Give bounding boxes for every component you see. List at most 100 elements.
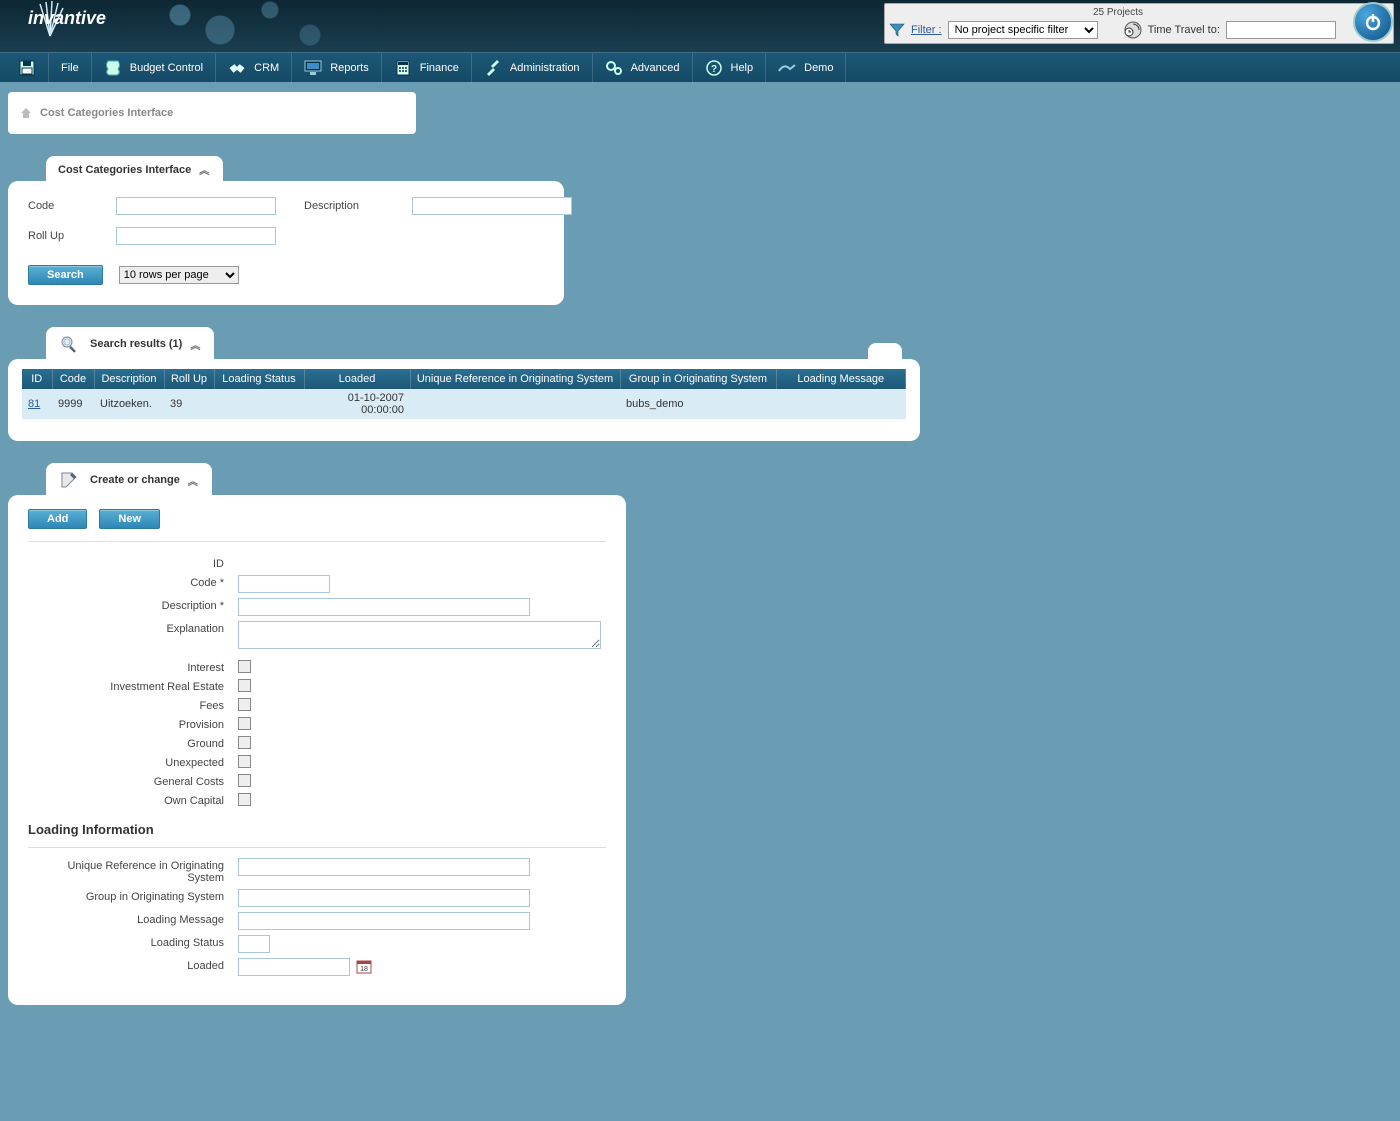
- description-input[interactable]: [412, 197, 572, 215]
- row-loaded: 01-10-2007 00:00:00: [304, 389, 410, 419]
- header-controls: 25 Projects Filter : No project specific…: [884, 3, 1394, 44]
- search-button[interactable]: Search: [28, 265, 103, 285]
- handshake-icon: [228, 59, 246, 77]
- rollup-label: Roll Up: [28, 230, 98, 242]
- loaded-label: Loaded: [28, 958, 238, 972]
- calculator-icon: [394, 59, 412, 77]
- form-loading-message-input[interactable]: [238, 912, 530, 930]
- globe-clock-icon: [1124, 21, 1142, 39]
- menu-advanced[interactable]: Advanced: [593, 53, 693, 83]
- form-code-input[interactable]: [238, 575, 330, 593]
- general-costs-checkbox[interactable]: [238, 774, 251, 787]
- own-capital-checkbox[interactable]: [238, 793, 251, 806]
- projects-count: 25 Projects: [889, 6, 1347, 21]
- col-rollup[interactable]: Roll Up: [164, 369, 214, 389]
- menu-disk[interactable]: [6, 53, 49, 83]
- description-label: Description: [304, 200, 394, 212]
- col-unique-ref[interactable]: Unique Reference in Originating System: [410, 369, 620, 389]
- ground-checkbox[interactable]: [238, 736, 251, 749]
- breadcrumb-title: Cost Categories Interface: [40, 107, 173, 119]
- col-loading-message[interactable]: Loading Message: [776, 369, 906, 389]
- unexpected-label: Unexpected: [28, 755, 238, 769]
- own-capital-label: Own Capital: [28, 793, 238, 807]
- menu-budget-control[interactable]: Budget Control: [92, 53, 216, 83]
- investment-checkbox[interactable]: [238, 679, 251, 692]
- magnifier-icon: [58, 333, 80, 355]
- interest-checkbox[interactable]: [238, 660, 251, 673]
- general-costs-label: General Costs: [28, 774, 238, 788]
- filter-link[interactable]: Filter :: [911, 24, 942, 36]
- explanation-label: Explanation: [28, 621, 238, 635]
- brand-logo-text: invantive: [28, 8, 106, 29]
- power-button[interactable]: [1353, 2, 1397, 46]
- demo-icon: [778, 59, 796, 77]
- calendar-icon[interactable]: 18: [356, 958, 372, 974]
- home-icon: [20, 107, 32, 119]
- col-loaded[interactable]: Loaded: [304, 369, 410, 389]
- menu-finance[interactable]: Finance: [382, 53, 472, 83]
- menu-help[interactable]: ? Help: [693, 53, 767, 83]
- results-section-tab[interactable]: Search results (1) ︽: [46, 327, 214, 361]
- col-description[interactable]: Description: [94, 369, 164, 389]
- group-label: Group in Originating System: [28, 889, 238, 903]
- search-section-tab[interactable]: Cost Categories Interface ︽: [46, 156, 223, 183]
- menu-reports[interactable]: Reports: [292, 53, 382, 83]
- project-filter-select[interactable]: No project specific filter: [948, 21, 1098, 39]
- form-panel: Add New ID Code * Description * Explanat…: [8, 495, 626, 1005]
- description-label: Description *: [28, 598, 238, 612]
- col-group[interactable]: Group in Originating System: [620, 369, 776, 389]
- row-unique-ref: [410, 389, 620, 419]
- header-decoration: [160, 0, 360, 52]
- loading-info-heading: Loading Information: [28, 821, 606, 837]
- form-description-input[interactable]: [238, 598, 530, 616]
- gears-icon: [605, 59, 623, 77]
- row-loading-status: [214, 389, 304, 419]
- ground-label: Ground: [28, 736, 238, 750]
- col-id[interactable]: ID: [22, 369, 52, 389]
- fees-checkbox[interactable]: [238, 698, 251, 711]
- row-code: 9999: [52, 389, 94, 419]
- form-loading-status-input[interactable]: [238, 935, 270, 953]
- time-travel-input[interactable]: [1226, 21, 1336, 39]
- investment-label: Investment Real Estate: [28, 679, 238, 693]
- breadcrumb: Cost Categories Interface: [8, 92, 416, 134]
- collapse-icon: ︽: [190, 337, 200, 352]
- main-menubar: File Budget Control CRM Reports Finance …: [0, 52, 1400, 82]
- form-explanation-input[interactable]: [238, 621, 601, 649]
- tools-icon: [484, 59, 502, 77]
- collapse-icon: ︽: [188, 473, 198, 488]
- row-loading-message: [776, 389, 906, 419]
- menu-file[interactable]: File: [49, 53, 92, 83]
- form-group-input[interactable]: [238, 889, 530, 907]
- menu-demo[interactable]: Demo: [766, 53, 846, 83]
- rollup-input[interactable]: [116, 227, 276, 245]
- col-loading-status[interactable]: Loading Status: [214, 369, 304, 389]
- menu-crm[interactable]: CRM: [216, 53, 292, 83]
- search-panel: Code Description Roll Up Search 10 rows …: [8, 181, 564, 305]
- row-id-link[interactable]: 81: [28, 398, 40, 410]
- save-icon: [18, 59, 36, 77]
- form-unique-ref-input[interactable]: [238, 858, 530, 876]
- results-table: ID Code Description Roll Up Loading Stat…: [22, 369, 906, 419]
- col-code[interactable]: Code: [52, 369, 94, 389]
- search-section-title: Cost Categories Interface: [58, 164, 191, 176]
- new-button[interactable]: New: [99, 509, 160, 529]
- svg-text:18: 18: [360, 966, 368, 973]
- svg-text:?: ?: [710, 64, 716, 75]
- form-loaded-input[interactable]: [238, 958, 350, 976]
- table-row[interactable]: 81 9999 Uitzoeken. 39 01-10-2007 00:00:0…: [22, 389, 906, 419]
- unique-ref-label: Unique Reference in Originating System: [28, 858, 238, 884]
- row-group: bubs_demo: [620, 389, 776, 419]
- code-input[interactable]: [116, 197, 276, 215]
- rows-per-page-select[interactable]: 10 rows per page: [119, 266, 239, 284]
- form-section-title: Create or change: [90, 474, 180, 486]
- budget-icon: [104, 59, 122, 77]
- provision-checkbox[interactable]: [238, 717, 251, 730]
- add-button[interactable]: Add: [28, 509, 87, 529]
- interest-label: Interest: [28, 660, 238, 674]
- edit-icon: [58, 469, 80, 491]
- menu-administration[interactable]: Administration: [472, 53, 593, 83]
- unexpected-checkbox[interactable]: [238, 755, 251, 768]
- form-section-tab[interactable]: Create or change ︽: [46, 463, 212, 497]
- funnel-icon: [889, 22, 905, 38]
